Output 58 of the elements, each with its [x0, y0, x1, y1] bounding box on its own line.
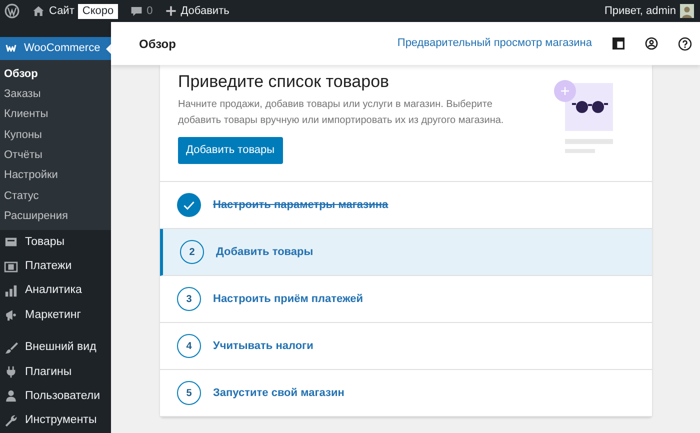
add-products-button[interactable]: Добавить товары	[178, 137, 283, 164]
task-row[interactable]: 2 Добавить товары	[160, 229, 652, 276]
woocommerce-menu-item[interactable]: WooCommerce	[0, 37, 111, 60]
layout-icon[interactable]	[612, 37, 625, 50]
step-number: 2	[180, 240, 204, 264]
megaphone-icon	[4, 308, 18, 322]
submenu-item[interactable]: Обзор	[0, 64, 111, 84]
wrench-icon	[4, 414, 18, 428]
help-icon[interactable]	[678, 36, 692, 50]
submenu-item[interactable]: Настройки	[0, 165, 111, 186]
submenu-item[interactable]: Расширения	[0, 206, 111, 226]
preview-store-link[interactable]: Предварительный просмотр магазина	[397, 35, 592, 52]
step-number: 5	[177, 381, 201, 405]
submenu-item[interactable]: Отчёты	[0, 145, 111, 166]
task-label: Настроить приём платежей	[213, 292, 364, 307]
comment-icon[interactable]	[130, 4, 143, 18]
sidebar-menu-item[interactable]: Платежи	[0, 254, 111, 279]
plus-icon[interactable]	[164, 5, 177, 17]
task-row[interactable]: 4 Учитывать налоги	[160, 323, 652, 370]
greeting-link[interactable]: Привет, admin	[604, 2, 676, 20]
task-row[interactable]: 5 Запустите свой магазин	[160, 370, 652, 417]
task-label: Добавить товары	[216, 244, 314, 260]
plug-icon	[4, 365, 18, 380]
submenu-item[interactable]: Статус	[0, 186, 111, 206]
sidebar-menu-item[interactable]: Товары	[0, 230, 111, 255]
page-title: Обзор	[139, 36, 176, 52]
add-new-link[interactable]: Добавить	[180, 2, 230, 20]
check-circle-icon	[177, 193, 201, 217]
sidebar-menu-item[interactable]: Аналитика	[0, 278, 111, 304]
wordpress-logo-icon[interactable]	[4, 3, 20, 19]
sidebar-menu-item[interactable]: Пользователи	[0, 384, 111, 409]
card-title: Приведите список товаров	[178, 71, 390, 93]
task-row[interactable]: Настроить параметры магазина	[160, 182, 652, 229]
task-label: Учитывать налоги	[213, 338, 314, 354]
submenu-item[interactable]: Купоны	[0, 124, 111, 146]
woo-logo-icon	[4, 43, 18, 54]
step-number: 3	[177, 287, 201, 311]
task-row[interactable]: 3 Настроить приём платежей	[160, 276, 652, 323]
sidebar-menu-item[interactable]: Маркетинг	[0, 303, 111, 328]
submenu-item[interactable]: Заказы	[0, 84, 111, 104]
task-label: Настроить параметры магазина	[213, 198, 388, 213]
avatar-icon[interactable]	[680, 4, 694, 18]
account-icon[interactable]	[645, 37, 658, 50]
sidebar-menu-item[interactable]: Инструменты	[0, 408, 111, 433]
site-link[interactable]: Сайт	[49, 2, 74, 20]
user-icon	[4, 389, 18, 404]
task-label: Запустите свой магазин	[213, 386, 344, 401]
status-badge: Скоро	[78, 4, 118, 18]
sidebar-menu-item[interactable]: Плагины	[0, 360, 111, 384]
money-icon	[4, 260, 18, 274]
comment-count: 0	[146, 4, 153, 19]
home-icon[interactable]	[32, 4, 45, 18]
chart-icon	[4, 284, 18, 298]
submenu-item[interactable]: Клиенты	[0, 104, 111, 125]
sidebar-menu-item[interactable]: Внешний вид	[0, 336, 111, 360]
step-number: 4	[177, 334, 201, 358]
card-description: Начните продажи, добавив товары или услуги в магазин. Выберите добавить товары вручную или импортировать их из другого магазина.	[178, 98, 505, 128]
brush-icon	[4, 340, 18, 355]
